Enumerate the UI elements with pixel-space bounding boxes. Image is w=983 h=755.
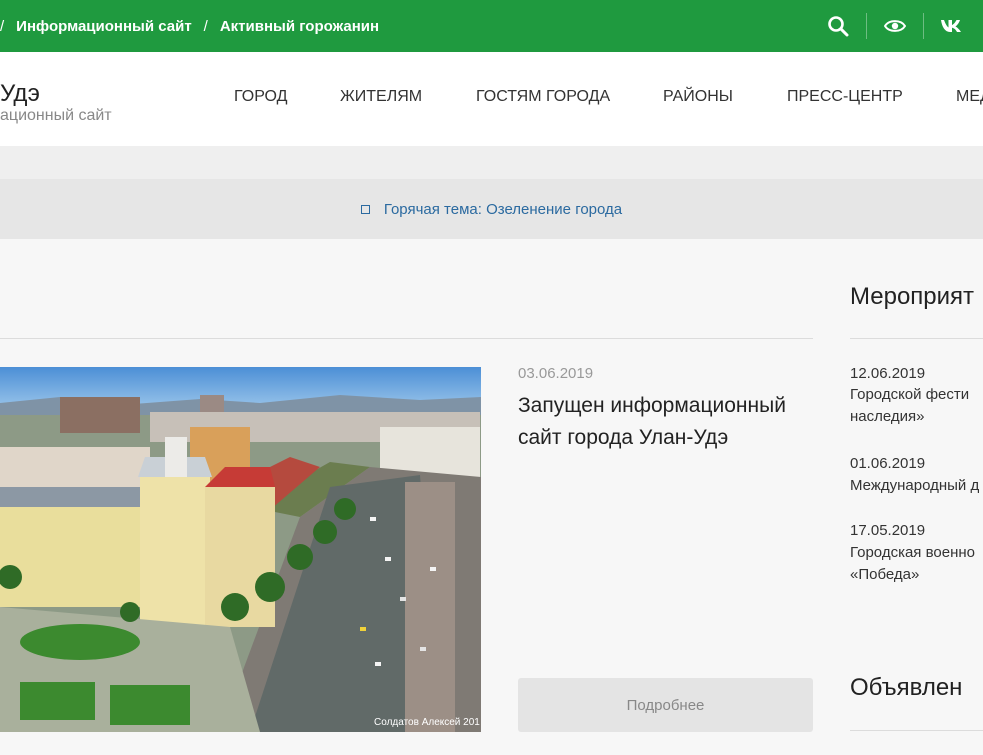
vk-icon[interactable] (940, 14, 964, 38)
nav-item-media[interactable]: МЕД (956, 88, 983, 106)
breadcrumb-item-info-site[interactable]: Информационный сайт (16, 18, 192, 35)
eye-icon[interactable] (883, 14, 907, 38)
nav-item-districts[interactable]: РАЙОНЫ (663, 88, 733, 106)
event-title[interactable]: наследия» (850, 406, 925, 428)
event-title[interactable]: Городской фести (850, 384, 969, 406)
event-date: 17.05.2019 (850, 522, 926, 539)
nav-item-city[interactable]: ГОРОД (234, 88, 287, 106)
announcements-heading[interactable]: Объявлен (850, 674, 962, 702)
divider (923, 13, 924, 39)
square-icon (360, 204, 370, 214)
breadcrumb-item-active-citizen[interactable]: Активный горожанин (220, 18, 379, 35)
news-photo[interactable]: Солдатов Алексей 201 (0, 367, 481, 732)
event-title[interactable]: «Победа» (850, 564, 919, 586)
site-logo-subtitle: ационный сайт (0, 107, 112, 124)
events-heading[interactable]: Мероприят (850, 283, 974, 311)
hot-topic-link[interactable]: Горячая тема: Озеленение города (384, 201, 622, 218)
divider (850, 338, 983, 339)
news-title[interactable]: Запущен информационный сайт города Улан-… (518, 390, 818, 454)
search-icon[interactable] (826, 14, 850, 38)
photo-caption: Солдатов Алексей 201 (374, 717, 480, 728)
breadcrumb-separator: / (0, 17, 5, 35)
more-button[interactable]: Подробнее (518, 678, 813, 732)
breadcrumb-separator: / (203, 17, 208, 35)
event-date: 12.06.2019 (850, 365, 926, 382)
divider (0, 338, 813, 339)
hot-topic-bar: Горячая тема: Озеленение города (0, 179, 983, 239)
nav-item-guests[interactable]: ГОСТЯМ ГОРОДА (476, 88, 610, 106)
nav-item-press-center[interactable]: ПРЕСС-ЦЕНТР (787, 88, 903, 106)
site-header: Удэ ационный сайт ГОРОД ЖИТЕЛЯМ ГОСТЯМ Г… (0, 52, 983, 146)
event-title[interactable]: Международный д (850, 475, 979, 497)
site-logo-title[interactable]: Удэ (0, 80, 40, 108)
divider (850, 730, 983, 731)
breadcrumb: / Информационный сайт / Активный горожан… (0, 0, 379, 52)
top-tools (826, 0, 964, 52)
divider (866, 13, 867, 39)
event-title[interactable]: Городская военно (850, 542, 975, 564)
news-date: 03.06.2019 (518, 365, 594, 382)
nav-item-residents[interactable]: ЖИТЕЛЯМ (340, 88, 422, 106)
top-bar: / Информационный сайт / Активный горожан… (0, 0, 983, 52)
header-strip (0, 146, 983, 179)
event-date: 01.06.2019 (850, 455, 926, 472)
